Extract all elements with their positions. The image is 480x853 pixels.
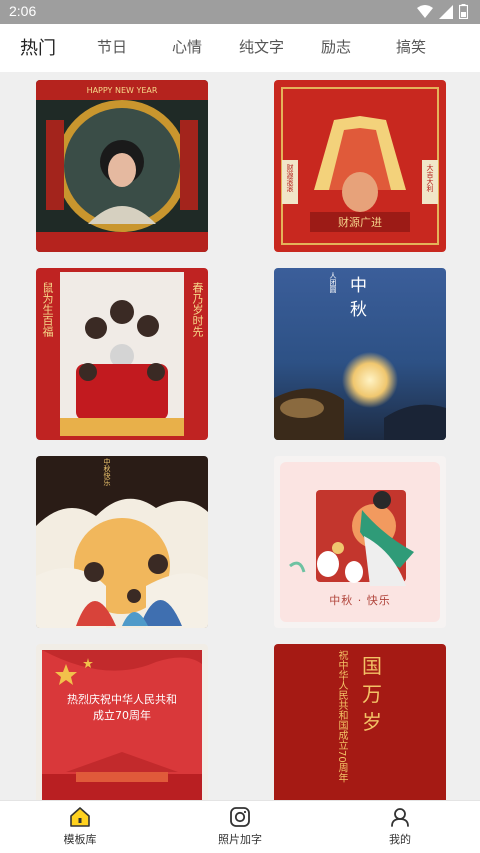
mid-autumn-title: 中秋: [350, 276, 373, 320]
battery-icon: [459, 4, 468, 19]
tab-plain-text[interactable]: 纯文字: [239, 36, 284, 57]
tab-mood[interactable]: 心情: [172, 36, 202, 57]
nav-template-library[interactable]: 模板库: [20, 805, 140, 847]
nav-label-mine: 我的: [389, 833, 411, 846]
template-card-national-day-text[interactable]: 国万岁 祝中华人民共和国成立70周年: [274, 644, 446, 800]
tab-hot[interactable]: 热门: [20, 34, 56, 60]
mid-autumn-subtitle: 人团圆: [329, 272, 337, 293]
fortune-right-scroll: 大吉大利: [426, 164, 434, 192]
template-grid: HAPPY NEW YEAR 财源广进 财源滚滚 大吉大利 鼠为生百福 春乃岁时…: [0, 72, 480, 800]
nav-photo-text[interactable]: 照片加字: [180, 805, 300, 847]
mid-autumn-family-art: [36, 456, 208, 628]
family-photo-art: [36, 268, 208, 440]
national-day-headline: 国万岁: [362, 654, 382, 734]
change-caption: 中秋 · 快乐: [329, 594, 391, 607]
nav-label-template-library: 模板库: [63, 833, 97, 846]
status-time: 2:06: [9, 3, 37, 19]
home-icon: [70, 807, 90, 827]
couplet-right: 春乃岁时先: [191, 282, 204, 337]
tab-funny[interactable]: 搞笑: [396, 36, 426, 57]
nav-mine[interactable]: 我的: [340, 805, 460, 847]
bottom-nav: 模板库 照片加字 我的: [0, 800, 480, 853]
template-card-new-year[interactable]: HAPPY NEW YEAR: [36, 80, 208, 252]
couplet-left: 鼠为生百福: [41, 282, 54, 337]
national-day-line1: 热烈庆祝中华人民共和: [67, 693, 177, 706]
national-day-vertical-text: 祝中华人民共和国成立70周年: [336, 650, 347, 783]
fortune-left-scroll: 财源滚滚: [286, 164, 294, 192]
tab-inspirational[interactable]: 励志: [321, 36, 351, 57]
person-icon: [391, 808, 409, 827]
new-year-portrait-art: HAPPY NEW YEAR: [36, 80, 208, 252]
mid-autumn-corner-text: 中秋快乐: [103, 458, 111, 486]
status-icons: [417, 4, 468, 19]
category-tabs: 热门 节日 心情 纯文字 励志 搞笑: [0, 24, 480, 72]
national-day-line2: 成立70周年: [93, 709, 151, 722]
fortune-banner: 财源广进: [338, 215, 382, 229]
fortune-envelopes-art: 财源广进: [274, 80, 446, 252]
template-card-mid-autumn-moon[interactable]: 中秋 人团圆: [274, 268, 446, 440]
template-card-mid-autumn-family[interactable]: 中秋快乐: [36, 456, 208, 628]
template-card-fortune[interactable]: 财源广进 财源滚滚 大吉大利: [274, 80, 446, 252]
nav-label-photo-text: 照片加字: [218, 833, 262, 846]
camera-icon: [230, 807, 250, 827]
template-card-change[interactable]: 中秋 · 快乐: [274, 456, 446, 628]
status-bar: 2:06: [0, 0, 480, 24]
signal-icon: [439, 4, 453, 19]
tab-holiday[interactable]: 节日: [97, 36, 127, 57]
new-year-banner: HAPPY NEW YEAR: [87, 86, 158, 95]
template-card-national-day-poster[interactable]: 热烈庆祝中华人民共和 成立70周年: [36, 644, 208, 800]
wifi-icon: [417, 4, 433, 18]
template-card-family-couplet[interactable]: 鼠为生百福 春乃岁时先: [36, 268, 208, 440]
